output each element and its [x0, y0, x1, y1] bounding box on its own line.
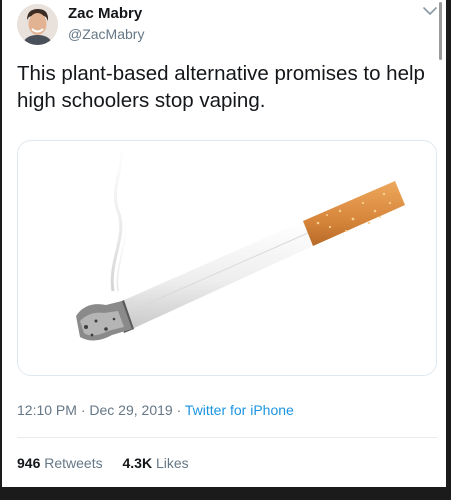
display-name[interactable]: Zac Mabry — [68, 5, 142, 22]
divider — [17, 437, 437, 438]
tweet-text: This plant-based alternative promises to… — [17, 62, 425, 112]
tweet-source-link[interactable]: Twitter for iPhone — [185, 402, 294, 418]
meta-separator: · — [176, 402, 182, 418]
tweet-meta: 12:10 PM · Dec 29, 2019 · Twitter for iP… — [17, 402, 294, 418]
retweets-count: 946 — [17, 455, 41, 471]
tweet-card: Zac Mabry @ZacMabry This plant-based alt… — [2, 0, 446, 487]
scrollbar[interactable] — [439, 2, 442, 60]
retweets-stat[interactable]: 946 Retweets — [17, 455, 103, 471]
retweets-label: Retweets — [44, 455, 103, 471]
tweet-stats: 946 Retweets 4.3K Likes — [17, 455, 189, 471]
tweet-media[interactable] — [17, 140, 437, 376]
likes-count: 4.3K — [122, 455, 153, 471]
cigarette-image — [76, 145, 405, 341]
avatar[interactable] — [17, 4, 58, 45]
chevron-down-icon[interactable] — [421, 4, 439, 18]
user-handle[interactable]: @ZacMabry — [68, 26, 144, 42]
tweet-date[interactable]: Dec 29, 2019 — [89, 402, 172, 418]
tweet-time[interactable]: 12:10 PM — [17, 402, 77, 418]
meta-separator: · — [80, 402, 86, 418]
likes-label: Likes — [155, 455, 189, 471]
likes-stat[interactable]: 4.3K Likes — [123, 455, 189, 471]
